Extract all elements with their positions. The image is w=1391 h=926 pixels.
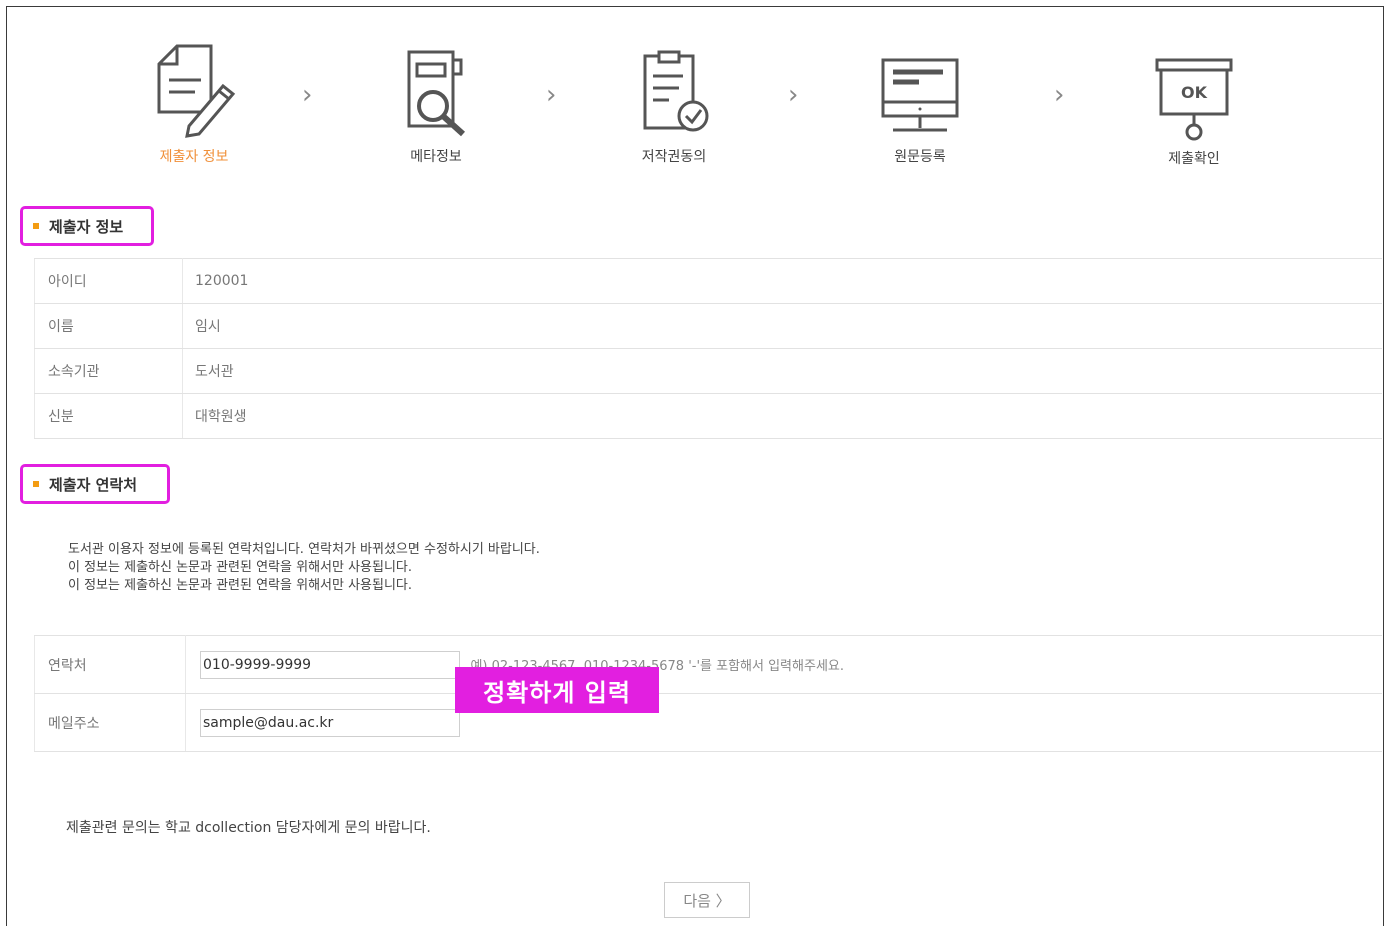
phone-input[interactable] — [200, 650, 460, 679]
table-row: 신분 대학원생 — [34, 393, 1382, 439]
svg-text:OK: OK — [1181, 83, 1208, 102]
document-search-icon — [407, 50, 466, 137]
chevron-right-icon: › — [546, 80, 557, 110]
step-submit-confirm[interactable]: OK 제출확인 — [1114, 52, 1274, 168]
chevron-right-icon: › — [788, 80, 799, 110]
step-original-upload[interactable]: 원문등록 — [840, 50, 1000, 166]
step-label: 제출자 정보 — [159, 149, 229, 165]
notice-line: 이 정보는 제출하신 논문과 관련된 연락을 위해서만 사용됩니다. — [68, 560, 413, 575]
table-row: 소속기관 도서관 — [34, 348, 1382, 394]
row-label: 아이디 — [34, 258, 183, 304]
footer-note: 제출관련 문의는 학교 dcollection 담당자에게 문의 바랍니다. — [66, 820, 431, 836]
step-label: 저작권동의 — [641, 149, 707, 165]
bullet-icon — [33, 481, 39, 487]
step-label: 원문등록 — [894, 149, 946, 165]
monitor-icon — [881, 58, 959, 132]
email-cell — [185, 693, 1382, 752]
step-label: 메타정보 — [410, 149, 462, 165]
phone-cell: 예) 02-123-4567, 010-1234-5678 '-'를 포함해서 … — [185, 635, 1382, 694]
section-title-text: 제출자 연락처 — [49, 475, 138, 494]
contact-notice: 도서관 이용자 정보에 등록된 연락처입니다. 연락처가 바뀌셨으면 수정하시기… — [68, 541, 540, 595]
document-check-icon — [643, 50, 709, 132]
chevron-right-icon: › — [1054, 80, 1065, 110]
ok-box-icon: OK — [1155, 58, 1233, 141]
step-copyright-consent[interactable]: 저작권동의 — [594, 48, 754, 166]
section-title-submitter-info: 제출자 정보 — [20, 206, 154, 246]
row-value: 임시 — [182, 303, 1382, 349]
table-row: 아이디 120001 — [34, 258, 1382, 304]
callout-annotation: 정확하게 입력 — [455, 667, 659, 713]
step-submitter-info[interactable]: 제출자 정보 — [114, 40, 274, 166]
table-row: 메일주소 — [34, 693, 1382, 752]
phone-label: 연락처 — [34, 635, 186, 694]
submitter-info-table: 아이디 120001 이름 임시 소속기관 도서관 신분 대학원생 — [34, 258, 1382, 439]
row-value: 대학원생 — [182, 393, 1382, 439]
notice-line: 이 정보는 제출하신 논문과 관련된 연락을 위해서만 사용됩니다. — [68, 578, 413, 593]
chevron-right-icon: › — [302, 80, 313, 110]
email-input[interactable] — [200, 708, 460, 737]
bullet-icon — [33, 223, 39, 229]
row-value: 도서관 — [182, 348, 1382, 394]
row-label: 소속기관 — [34, 348, 183, 394]
notice-line: 도서관 이용자 정보에 등록된 연락처입니다. 연락처가 바뀌셨으면 수정하시기… — [68, 542, 540, 557]
email-label: 메일주소 — [34, 693, 186, 752]
section-title-text: 제출자 정보 — [49, 217, 124, 236]
row-value: 120001 — [182, 258, 1382, 304]
contact-table: 연락처 예) 02-123-4567, 010-1234-5678 '-'를 포… — [34, 635, 1382, 752]
document-edit-icon — [157, 44, 236, 138]
table-row: 연락처 예) 02-123-4567, 010-1234-5678 '-'를 포… — [34, 635, 1382, 694]
row-label: 이름 — [34, 303, 183, 349]
section-title-submitter-contact: 제출자 연락처 — [20, 464, 170, 504]
row-label: 신분 — [34, 393, 183, 439]
step-label: 제출확인 — [1168, 151, 1220, 167]
step-meta-info[interactable]: 메타정보 — [356, 46, 516, 166]
table-row: 이름 임시 — [34, 303, 1382, 349]
next-button[interactable]: 다음 〉 — [664, 882, 750, 918]
